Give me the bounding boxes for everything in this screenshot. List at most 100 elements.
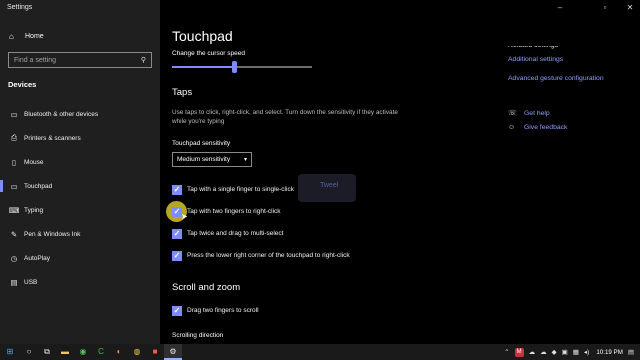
taps-description: Use taps to click, right-click, and sele… bbox=[172, 109, 398, 125]
onedrive-icon[interactable]: ☁ bbox=[540, 348, 547, 356]
bluetooth-icon: ▭ bbox=[10, 109, 18, 119]
search-placeholder: Find a setting bbox=[14, 56, 57, 64]
sidebar-item-usb[interactable]: ▤ USB bbox=[0, 270, 160, 294]
checkmark-icon[interactable]: ✓ bbox=[172, 250, 182, 261]
checkbox-label: Press the lower right corner of the touc… bbox=[187, 252, 350, 259]
sidebar-item-label: Printers & scanners bbox=[24, 134, 81, 142]
sidebar-nav: ▭ Bluetooth & other devices ⎙ Printers &… bbox=[0, 102, 160, 294]
sidebar-item-label: Bluetooth & other devices bbox=[24, 110, 99, 118]
sensitivity-value: Medium sensitivity bbox=[177, 156, 231, 163]
camtasia-icon[interactable]: C bbox=[92, 344, 110, 360]
checkbox-label: Tap twice and drag to multi-select bbox=[187, 230, 284, 237]
chevron-up-icon[interactable]: ⌃ bbox=[504, 348, 509, 356]
keyboard-icon: ⌨ bbox=[8, 205, 20, 215]
task-view-icon[interactable]: ⧉ bbox=[38, 344, 56, 360]
touchpad-icon: ▭ bbox=[10, 181, 18, 191]
chevron-down-icon: ▾ bbox=[243, 157, 247, 163]
home-icon: ⌂ bbox=[9, 31, 14, 41]
get-help-label: Get help bbox=[524, 109, 550, 117]
minimize-icon[interactable]: – bbox=[552, 2, 568, 14]
shield-icon[interactable]: ◆ bbox=[552, 348, 557, 356]
notifications-icon[interactable]: ▤ bbox=[628, 348, 634, 356]
usb-icon: ▤ bbox=[10, 277, 18, 287]
pen-icon: ✎ bbox=[10, 229, 18, 239]
sidebar-item-label: Typing bbox=[24, 206, 44, 214]
give-feedback-link[interactable]: ☺ Give feedback bbox=[508, 124, 567, 131]
office-icon[interactable]: ■ bbox=[146, 344, 164, 360]
checkbox-label: Tap with a single finger to single-click bbox=[187, 186, 294, 193]
clock[interactable]: 10:19 PM bbox=[596, 349, 622, 356]
search-icon[interactable]: ○ bbox=[20, 344, 38, 360]
sidebar-item-bluetooth[interactable]: ▭ Bluetooth & other devices bbox=[0, 102, 160, 126]
sidebar-item-label: USB bbox=[24, 278, 38, 286]
system-tray: ⌃ M ☁ ☁ ◆ ▣ ▦ ◂) 10:19 PM ▤ bbox=[499, 344, 634, 360]
sidebar-item-mouse[interactable]: ▯ Mouse bbox=[0, 150, 160, 174]
search-input[interactable]: Find a setting ⚲ bbox=[8, 52, 152, 68]
sidebar-item-autoplay[interactable]: ◷ AutoPlay bbox=[0, 246, 160, 270]
scroll-zoom-heading: Scroll and zoom bbox=[172, 282, 241, 293]
taskbar: ⊞ ○ ⧉ ▬ ◉ C ◐ ◍ ■ ⚙ ⌃ M ☁ ☁ ◆ ▣ ▦ ◂) 10:… bbox=[0, 344, 640, 360]
file-explorer-icon[interactable]: ▬ bbox=[56, 344, 74, 360]
camera-icon[interactable]: ▣ bbox=[562, 348, 568, 356]
sidebar-item-pen[interactable]: ✎ Pen & Windows Ink bbox=[0, 222, 160, 246]
cloud-icon[interactable]: ☁ bbox=[529, 348, 536, 356]
tap-single-finger-checkbox[interactable]: ✓ Tap with a single finger to single-cli… bbox=[172, 184, 294, 195]
give-feedback-label: Give feedback bbox=[524, 124, 568, 131]
scrolling-direction-label: Scrolling direction bbox=[172, 332, 224, 339]
sidebar-item-label: Touchpad bbox=[24, 182, 53, 190]
firefox-icon[interactable]: ◐ bbox=[110, 344, 128, 360]
mouse-icon: ▯ bbox=[11, 157, 17, 167]
autoplay-icon: ◷ bbox=[10, 253, 18, 263]
cursor-speed-slider[interactable] bbox=[172, 61, 312, 73]
additional-settings-link[interactable]: Additional settings bbox=[508, 56, 563, 63]
home-nav-item[interactable]: ⌂ Home bbox=[0, 28, 160, 44]
settings-icon[interactable]: ⚙ bbox=[164, 344, 182, 360]
printer-icon: ⎙ bbox=[11, 133, 17, 142]
feedback-icon: ☺ bbox=[508, 124, 516, 131]
sidebar: Settings ⌂ Home Find a setting ⚲ Devices… bbox=[0, 0, 160, 344]
sidebar-item-label: Pen & Windows Ink bbox=[24, 230, 81, 238]
advanced-gesture-link[interactable]: Advanced gesture configuration bbox=[508, 75, 604, 82]
slider-fill bbox=[172, 66, 234, 68]
network-icon[interactable]: ▦ bbox=[573, 348, 579, 356]
checkmark-icon[interactable]: ✓ bbox=[172, 228, 182, 239]
taps-heading: Taps bbox=[172, 87, 193, 98]
watermark-logo: Tweel bbox=[298, 174, 356, 202]
maximize-icon[interactable]: ▫ bbox=[597, 2, 613, 14]
checkmark-icon[interactable]: ✓ bbox=[172, 305, 182, 316]
volume-icon[interactable]: ◂) bbox=[584, 348, 589, 356]
sensitivity-dropdown[interactable]: Medium sensitivity ▾ bbox=[172, 152, 252, 167]
related-settings-heading: Related settings bbox=[508, 42, 559, 49]
drag-two-fingers-checkbox[interactable]: ✓ Drag two fingers to scroll bbox=[172, 305, 259, 316]
section-title: Devices bbox=[8, 80, 37, 89]
gmail-icon[interactable]: M bbox=[514, 347, 524, 357]
close-icon[interactable]: ✕ bbox=[622, 2, 638, 14]
tap-twice-drag-checkbox[interactable]: ✓ Tap twice and drag to multi-select bbox=[172, 228, 283, 239]
xbox-icon[interactable]: ◉ bbox=[74, 344, 92, 360]
sidebar-item-touchpad[interactable]: ▭ Touchpad bbox=[0, 174, 160, 198]
home-label: Home bbox=[25, 32, 44, 40]
slider-thumb[interactable] bbox=[231, 61, 237, 73]
lower-right-corner-checkbox[interactable]: ✓ Press the lower right corner of the to… bbox=[172, 250, 350, 261]
sensitivity-label: Touchpad sensitivity bbox=[172, 140, 231, 147]
get-help-link[interactable]: ☏ Get help bbox=[508, 109, 550, 118]
main-content: – ▫ ✕ Touchpad Change the cursor speed T… bbox=[160, 0, 640, 344]
checkmark-icon[interactable]: ✓ bbox=[172, 184, 182, 195]
settings-window: Settings ⌂ Home Find a setting ⚲ Devices… bbox=[0, 0, 640, 344]
sidebar-item-typing[interactable]: ⌨ Typing bbox=[0, 198, 160, 222]
page-title: Touchpad bbox=[172, 28, 233, 44]
sidebar-item-printers[interactable]: ⎙ Printers & scanners bbox=[0, 126, 160, 150]
search-icon[interactable]: ⚲ bbox=[141, 56, 146, 64]
window-title: Settings bbox=[7, 4, 33, 11]
start-icon[interactable]: ⊞ bbox=[0, 344, 20, 360]
checkbox-label: Drag two fingers to scroll bbox=[187, 307, 259, 314]
cursor-speed-label: Change the cursor speed bbox=[172, 50, 245, 57]
chrome-icon[interactable]: ◍ bbox=[128, 344, 146, 360]
sidebar-item-label: Mouse bbox=[24, 158, 44, 166]
watermark-text: Tweel bbox=[320, 182, 339, 189]
help-chat-icon: ☏ bbox=[508, 110, 517, 117]
sidebar-item-label: AutoPlay bbox=[24, 254, 51, 262]
checkbox-label: Tap with two fingers to right-click bbox=[187, 208, 281, 215]
mouse-pointer-icon: ➤ bbox=[181, 212, 188, 221]
tap-two-fingers-checkbox[interactable]: ✓ Tap with two fingers to right-click bbox=[172, 206, 281, 217]
